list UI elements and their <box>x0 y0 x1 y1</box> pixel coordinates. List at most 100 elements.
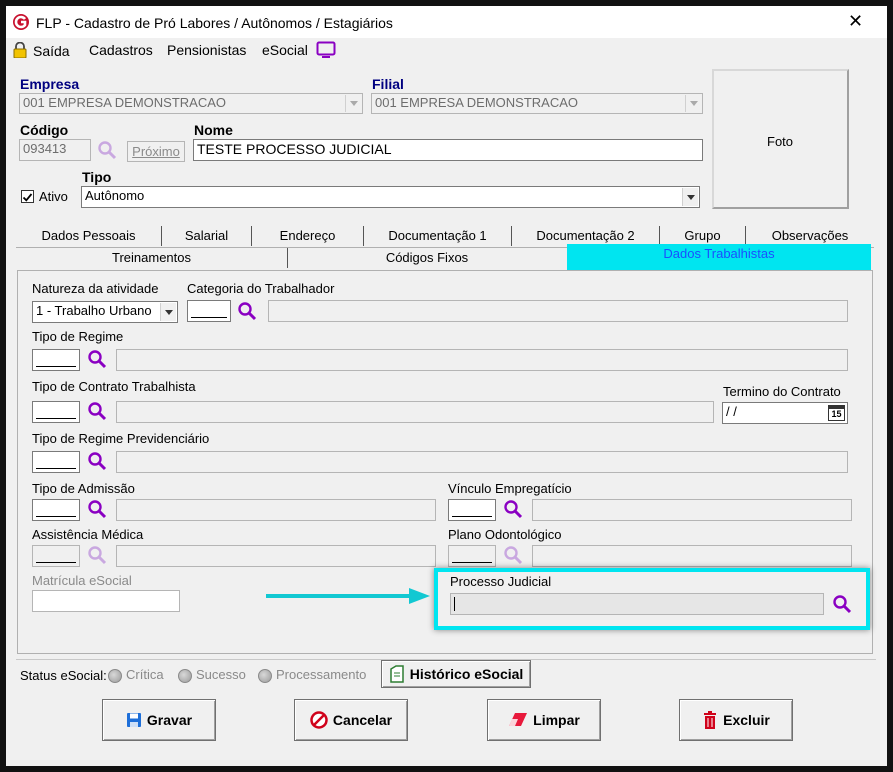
chevron-down-icon <box>685 95 701 112</box>
natureza-label: Natureza da atividade <box>32 281 159 296</box>
menu-pensionistas[interactable]: Pensionistas <box>167 42 246 58</box>
codigo-label: Código <box>20 122 69 138</box>
proximo-label: Próximo <box>132 144 180 159</box>
empresa-label: Empresa <box>20 76 80 92</box>
termino-date-field[interactable]: / / 15 <box>722 402 848 424</box>
tipo-contrato-code-field[interactable] <box>32 401 80 423</box>
search-icon[interactable] <box>97 140 117 160</box>
search-icon[interactable] <box>503 545 523 565</box>
historico-esocial-button[interactable]: Histórico eSocial <box>381 660 531 688</box>
excluir-label: Excluir <box>723 712 770 728</box>
processo-label: Processo Judicial <box>450 574 552 589</box>
tab-treinamentos[interactable]: Treinamentos <box>16 248 288 268</box>
photo-box[interactable]: Foto <box>712 69 849 209</box>
tab-salarial[interactable]: Salarial <box>162 226 252 246</box>
gravar-label: Gravar <box>146 712 193 728</box>
tipo-value: Autônomo <box>85 188 145 203</box>
status-dot-icon <box>108 668 122 683</box>
tipo-select[interactable]: Autônomo <box>81 186 700 208</box>
historico-label: Histórico eSocial <box>409 666 524 682</box>
ativo-label: Ativo <box>39 189 68 204</box>
status-critica: Crítica <box>108 667 164 683</box>
status-processamento: Processamento <box>258 667 366 683</box>
vinculo-code-field[interactable] <box>448 499 496 521</box>
document-icon <box>389 665 405 683</box>
chevron-down-icon <box>345 95 361 112</box>
gravar-button[interactable]: Gravar <box>102 699 216 741</box>
plano-label: Plano Odontológico <box>448 527 562 542</box>
regime-prev-description-field <box>116 451 848 473</box>
menu-bar: Saída Cadastros Pensionistas eSocial <box>6 38 887 64</box>
empresa-select[interactable]: 001 EMPRESA DEMONSTRACAO <box>19 93 363 114</box>
excluir-button[interactable]: Excluir <box>679 699 793 741</box>
photo-label: Foto <box>767 134 794 149</box>
assistencia-label: Assistência Médica <box>32 527 144 542</box>
tipo-regime-code-field[interactable] <box>32 349 80 371</box>
tipo-label: Tipo <box>82 169 112 185</box>
nome-value: TESTE PROCESSO JUDICIAL <box>197 141 392 157</box>
tab-codigos-fixos[interactable]: Códigos Fixos <box>288 248 566 268</box>
nome-field[interactable]: TESTE PROCESSO JUDICIAL <box>193 139 703 161</box>
matricula-label: Matrícula eSocial <box>32 573 132 588</box>
app-logo-icon <box>12 13 30 31</box>
tabs-row-2: Treinamentos Códigos Fixos Dados Trabalh… <box>16 244 874 270</box>
tab-documentacao-2[interactable]: Documentação 2 <box>512 226 660 246</box>
menu-esocial[interactable]: eSocial <box>262 42 308 58</box>
processo-judicial-highlight: Processo Judicial <box>434 568 870 630</box>
tipo-admissao-code-field[interactable] <box>32 499 80 521</box>
search-icon[interactable] <box>832 594 852 614</box>
codigo-value: 093413 <box>23 141 67 156</box>
vinculo-label: Vínculo Empregatício <box>448 481 572 496</box>
filial-value: 001 EMPRESA DEMONSTRACAO <box>375 95 578 110</box>
monitor-icon[interactable] <box>316 41 336 59</box>
tipo-regime-label: Tipo de Regime <box>32 329 124 344</box>
cancel-icon <box>310 711 328 729</box>
filial-label: Filial <box>372 76 404 92</box>
plano-description-field <box>532 545 852 567</box>
status-label: Status eSocial: <box>20 668 107 683</box>
categoria-code-field[interactable] <box>187 300 231 322</box>
termino-label: Termino do Contrato <box>723 384 841 399</box>
close-icon[interactable]: ✕ <box>848 12 863 30</box>
natureza-select[interactable]: 1 - Trabalho Urbano <box>32 301 178 323</box>
lock-icon <box>13 41 27 59</box>
menu-cadastros[interactable]: Cadastros <box>89 42 153 58</box>
assistencia-code-field[interactable] <box>32 545 80 567</box>
regime-prev-code-field[interactable] <box>32 451 80 473</box>
nome-label: Nome <box>194 122 233 138</box>
save-icon <box>126 712 142 728</box>
search-icon[interactable] <box>87 499 107 519</box>
tab-dados-trabalhistas[interactable]: Dados Trabalhistas <box>567 244 871 270</box>
search-icon[interactable] <box>87 349 107 369</box>
calendar-icon[interactable]: 15 <box>828 405 845 421</box>
arrow-annotation <box>264 585 434 607</box>
search-icon[interactable] <box>503 499 523 519</box>
tab-documentacao-1[interactable]: Documentação 1 <box>364 226 512 246</box>
empresa-value: 001 EMPRESA DEMONSTRACAO <box>23 95 226 110</box>
search-icon[interactable] <box>87 401 107 421</box>
search-icon[interactable] <box>87 545 107 565</box>
search-icon[interactable] <box>87 451 107 471</box>
tab-observacoes[interactable]: Observações <box>746 226 874 246</box>
chevron-down-icon <box>682 188 698 206</box>
tipo-contrato-description-field <box>116 401 714 423</box>
trash-icon <box>702 711 718 729</box>
filial-select[interactable]: 001 EMPRESA DEMONSTRACAO <box>371 93 703 114</box>
ativo-checkbox[interactable] <box>21 190 34 203</box>
natureza-value: 1 - Trabalho Urbano <box>36 303 152 318</box>
cancelar-button[interactable]: Cancelar <box>294 699 408 741</box>
categoria-description-field <box>268 300 848 322</box>
matricula-field[interactable] <box>32 590 180 612</box>
tab-grupo[interactable]: Grupo <box>660 226 746 246</box>
limpar-button[interactable]: Limpar <box>487 699 601 741</box>
tab-endereco[interactable]: Endereço <box>252 226 364 246</box>
title-bar: FLP - Cadastro de Pró Labores / Autônomo… <box>6 6 887 38</box>
codigo-field[interactable]: 093413 <box>19 139 91 161</box>
search-icon[interactable] <box>237 301 257 321</box>
proximo-button[interactable]: Próximo <box>127 141 185 162</box>
processo-field[interactable] <box>450 593 824 615</box>
plano-code-field[interactable] <box>448 545 496 567</box>
cancelar-label: Cancelar <box>332 712 393 728</box>
menu-saida[interactable]: Saída <box>33 43 70 59</box>
tab-dados-pessoais[interactable]: Dados Pessoais <box>16 226 162 246</box>
